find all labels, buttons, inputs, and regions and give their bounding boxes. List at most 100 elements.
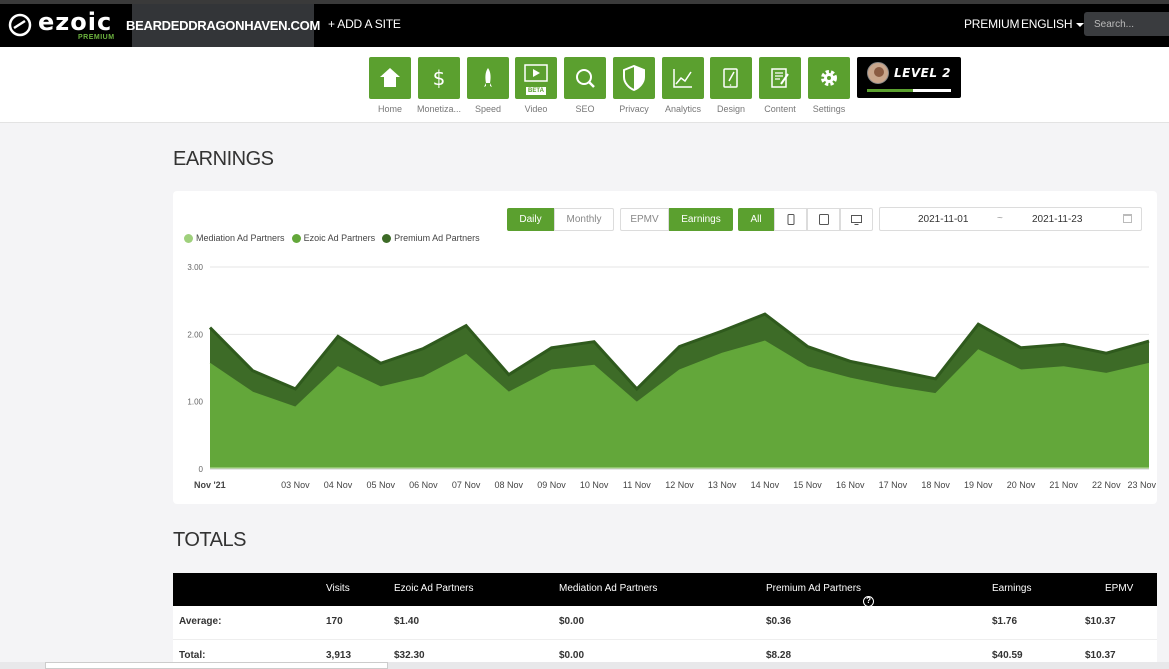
x-tick-label: 23 Nov [1127,480,1156,490]
x-tick-label: 15 Nov [793,480,822,490]
add-site-link[interactable]: + ADD A SITE [328,17,401,31]
language-label: ENGLISH [1021,17,1073,31]
cell: $10.37 [1085,616,1116,627]
cell: 3,913 [326,650,352,661]
legend-item-mediation[interactable]: Mediation Ad Partners [184,233,285,243]
x-tick-label: 10 Nov [580,480,609,490]
house-icon [380,68,400,87]
x-tick-label: 09 Nov [537,480,566,490]
tool-label: Home [377,104,402,114]
x-tick-label: 20 Nov [1007,480,1036,490]
tool-label: Design [716,104,745,114]
cell: $10.37 [1085,650,1116,661]
language-dropdown[interactable]: ENGLISH [1021,17,1085,31]
cell: 170 [326,616,343,627]
legend-dot [291,233,301,243]
tool-privacy[interactable]: Privacy [613,57,655,114]
level-progress-track [867,89,951,92]
beta-badge: BETA [526,87,546,95]
legend-dot [184,233,193,243]
tool-label: Content [764,104,796,114]
date-to[interactable]: 2021-11-23 [1032,214,1082,225]
x-tick-label: Nov '21 [194,480,226,490]
legend-dot [382,233,392,243]
x-tick-label: 03 Nov [281,480,310,490]
tool-settings[interactable]: Settings [808,57,850,114]
earnings-toggle[interactable]: Earnings [669,208,733,231]
row-label: Average: [179,616,222,627]
tablet-pen-icon [723,68,738,88]
col-ezoic[interactable]: Ezoic Ad Partners [394,583,473,594]
date-from[interactable]: 2021-11-01 [918,214,968,225]
mobile-toggle[interactable] [774,208,807,231]
avatar [867,62,889,84]
bottom-panel [45,662,388,669]
col-premium[interactable]: Premium Ad Partners? [766,583,875,607]
date-range-picker[interactable]: 2021-11-01 ~ 2021-11-23 [879,207,1142,231]
x-tick-label: 16 Nov [836,480,865,490]
calendar-icon[interactable] [1123,214,1132,223]
x-tick-label: 05 Nov [366,480,395,490]
legend-label: Ezoic Ad Partners [303,233,376,243]
cell: $0.00 [559,650,585,661]
cell: $40.59 [992,650,1023,661]
cell: $1.40 [394,616,420,627]
x-tick-label: 18 Nov [921,480,950,490]
legend-label: Mediation Ad Partners [196,233,285,243]
x-tick-label: 22 Nov [1092,480,1121,490]
y-tick-label: 1.00 [187,398,203,407]
tool-speed[interactable]: Speed [467,57,509,114]
gear-icon [821,70,837,86]
tool-content[interactable]: Content [759,57,801,114]
tool-monetization[interactable]: $ Monetiza... [417,57,461,114]
cell: $32.30 [394,650,425,661]
epmv-toggle[interactable]: EPMV [620,208,669,231]
x-tick-label: 12 Nov [665,480,694,490]
ezoic-logo[interactable]: ezoic PREMIUM [8,8,128,44]
col-visits[interactable]: Visits [326,583,350,594]
cell: $0.36 [766,616,792,627]
tool-label: Monetiza... [416,104,462,114]
premium-link[interactable]: PREMIUM [964,17,1019,31]
x-tick-label: 19 Nov [964,480,993,490]
daily-toggle[interactable]: Daily [507,208,554,231]
col-earnings[interactable]: Earnings [992,583,1031,594]
tool-label: Privacy [619,104,649,114]
site-selector[interactable]: BEARDEDDRAGONHAVEN.COM [126,4,320,47]
x-tick-label: 21 Nov [1049,480,1078,490]
earnings-heading: EARNINGS [173,148,274,170]
totals-table: Visits Ezoic Ad Partners Mediation Ad Pa… [173,573,1157,669]
level-label: LEVEL 2 [894,66,952,80]
tool-label: Speed [474,104,502,114]
x-tick-label: 04 Nov [324,480,353,490]
tool-label: Video [524,104,548,114]
all-devices-toggle[interactable]: All [738,208,774,231]
tool-home[interactable]: Home [369,57,411,114]
legend-label: Premium Ad Partners [394,233,480,243]
x-tick-label: 07 Nov [452,480,481,490]
tool-label: Settings [812,104,846,114]
x-tick-label: 14 Nov [751,480,780,490]
search-input[interactable] [1084,12,1169,36]
tablet-toggle[interactable] [807,208,840,231]
desktop-toggle[interactable] [840,208,873,231]
legend-item-premium[interactable]: Premium Ad Partners [382,233,480,243]
earnings-card: Daily Monthly EPMV Earnings All 2021-11-… [173,191,1157,504]
level-badge[interactable]: LEVEL 2 [857,57,961,98]
tool-analytics[interactable]: Analytics [662,57,704,114]
tool-design[interactable]: Design [710,57,752,114]
mobile-icon [787,214,794,225]
monthly-toggle[interactable]: Monthly [554,208,614,231]
tablet-icon [818,214,829,225]
video-icon [524,64,548,82]
tool-bar: Home $ Monetiza... Speed BETA Video SEO … [0,47,1169,123]
legend-item-ezoic[interactable]: Ezoic Ad Partners [291,233,376,243]
table-row: Average: 170 $1.40 $0.00 $0.36 $1.76 $10… [173,606,1157,640]
tool-seo[interactable]: SEO [564,57,606,114]
tool-video[interactable]: BETA Video [515,57,557,114]
x-tick-label: 08 Nov [495,480,524,490]
level-progress-fill [867,89,914,92]
col-mediation[interactable]: Mediation Ad Partners [559,583,657,594]
col-epmv[interactable]: EPMV [1105,583,1133,594]
x-tick-label: 13 Nov [708,480,737,490]
